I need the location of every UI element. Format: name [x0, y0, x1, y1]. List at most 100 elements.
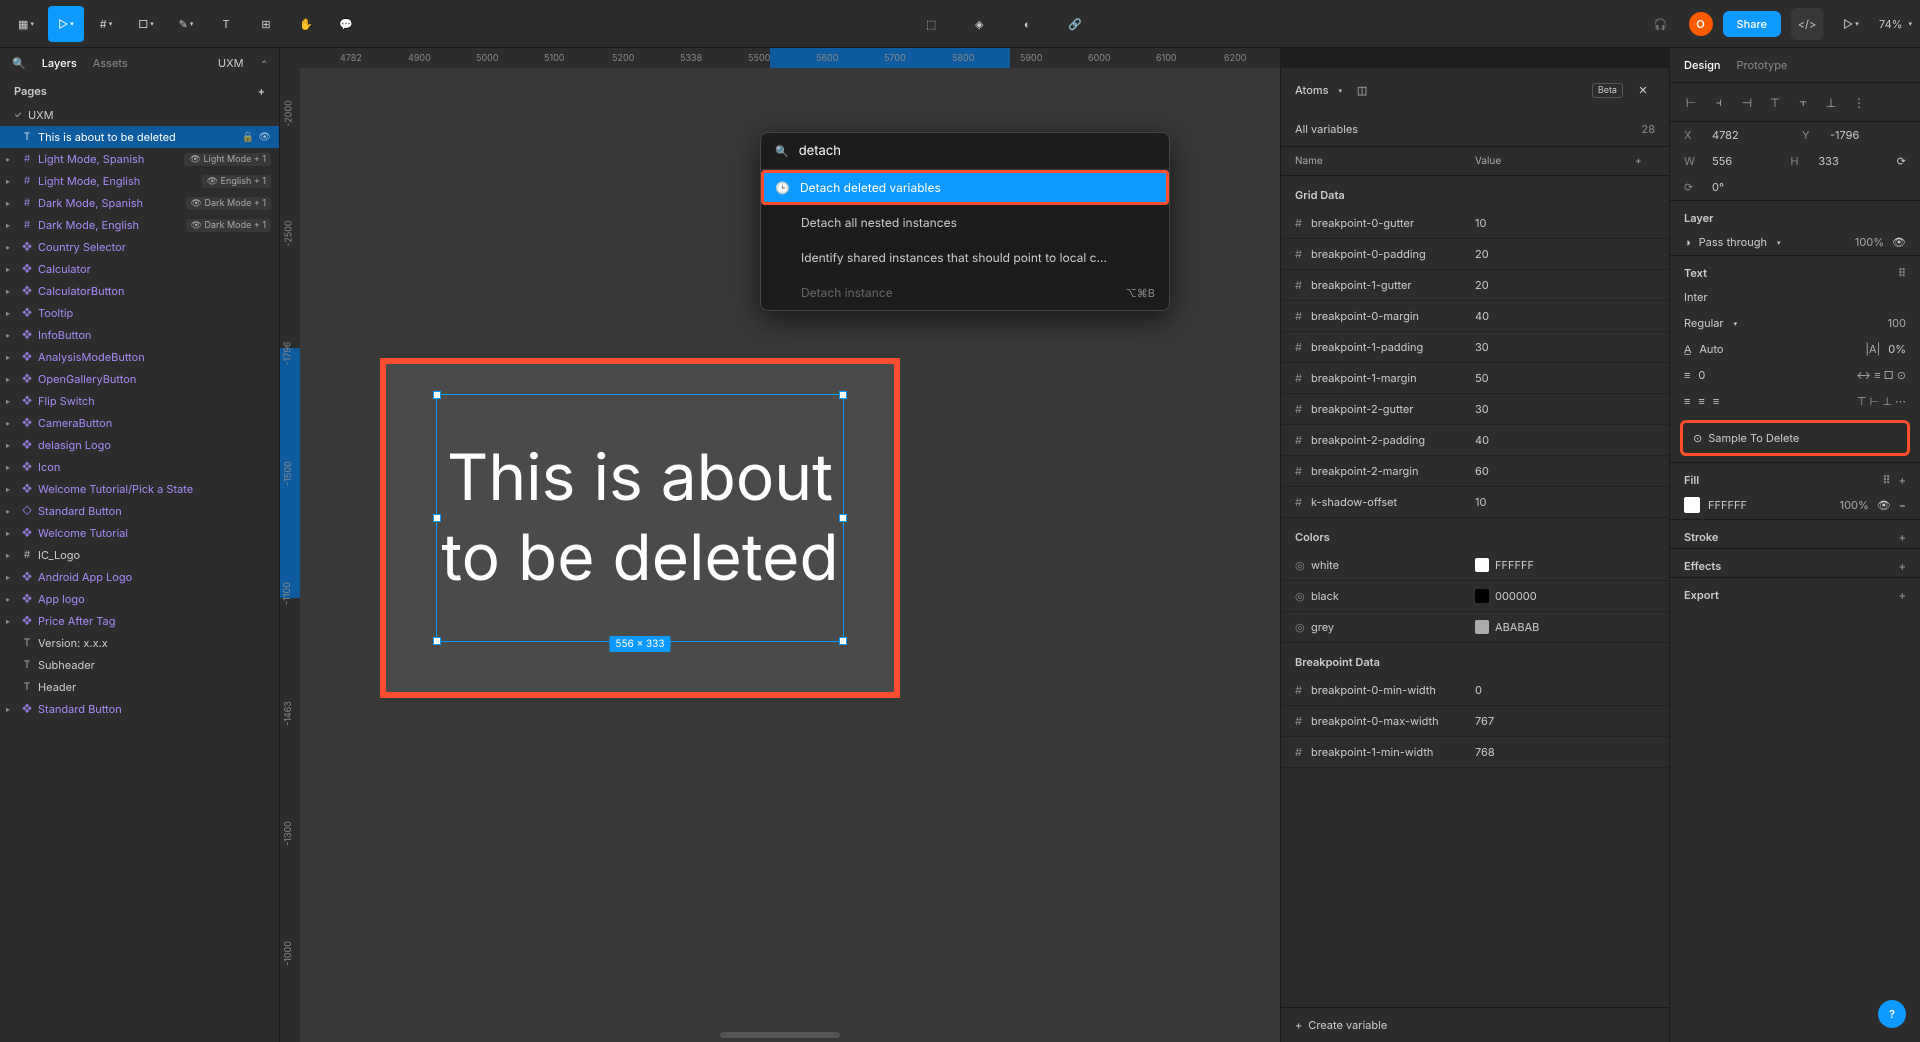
line-height-value[interactable]: Auto — [1699, 342, 1723, 356]
layer-row[interactable]: ▸#Light Mode, Spanish👁 Light Mode + 1 — [0, 148, 279, 170]
add-page-button[interactable]: + — [258, 84, 265, 98]
text-tool[interactable]: T — [208, 6, 244, 42]
layer-row[interactable]: ▸❖CameraButton — [0, 412, 279, 434]
font-family[interactable]: Inter — [1684, 290, 1708, 304]
page-item[interactable]: UXM — [0, 104, 279, 126]
collection-name[interactable]: Atoms — [1295, 83, 1329, 97]
align-top-icon[interactable]: ⊤ — [1764, 91, 1786, 113]
layer-row[interactable]: ▸#IC_Logo — [0, 544, 279, 566]
layer-row[interactable]: ▸❖Tooltip — [0, 302, 279, 324]
variable-row[interactable]: #breakpoint-2-margin60 — [1281, 456, 1669, 487]
layer-row[interactable]: ▸❖delasign Logo — [0, 434, 279, 456]
variable-row[interactable]: #breakpoint-1-margin50 — [1281, 363, 1669, 394]
variable-row[interactable]: ◎whiteFFFFFF — [1281, 550, 1669, 581]
resize-auto-icon[interactable]: ↔ — [1856, 368, 1871, 382]
file-caret-icon[interactable]: ⌃ — [262, 59, 267, 68]
blend-mode[interactable]: Pass through — [1699, 235, 1767, 249]
distribute-icon[interactable]: ⋮ — [1848, 91, 1870, 113]
mask-icon[interactable]: ◈ — [961, 6, 997, 42]
variable-row[interactable]: #breakpoint-0-gutter10 — [1281, 208, 1669, 239]
opacity-value[interactable]: 100% — [1855, 235, 1884, 249]
layer-row[interactable]: ▸❖Welcome Tutorial/Pick a State — [0, 478, 279, 500]
resources-tool[interactable]: ⊞ — [248, 6, 284, 42]
y-value[interactable]: -1796 — [1830, 128, 1906, 142]
link-icon[interactable]: 🔗 — [1057, 6, 1093, 42]
v-align-mid-icon[interactable]: ⊢ — [1870, 394, 1880, 408]
file-name[interactable]: UXM — [218, 56, 244, 70]
shape-tool[interactable]: □▾ — [128, 6, 164, 42]
layer-row[interactable]: ▸❖Standard Button — [0, 698, 279, 720]
dev-mode-button[interactable]: </> — [1791, 8, 1823, 40]
layer-row[interactable]: ▸❖Price After Tag — [0, 610, 279, 632]
v-align-top-icon[interactable]: ⊤ — [1857, 394, 1867, 408]
layers-tab[interactable]: Layers — [42, 56, 77, 70]
h-value[interactable]: 333 — [1818, 154, 1882, 168]
component-icon[interactable]: ⬚ — [913, 6, 949, 42]
layer-row[interactable]: THeader — [0, 676, 279, 698]
font-size[interactable]: 100 — [1888, 316, 1906, 330]
style-icon[interactable]: ⠿ — [1898, 266, 1906, 280]
variable-row[interactable]: #breakpoint-1-padding30 — [1281, 332, 1669, 363]
assets-tab[interactable]: Assets — [93, 56, 128, 70]
move-tool[interactable]: ▷▾ — [48, 6, 84, 42]
align-left-icon[interactable]: ⊢ — [1680, 91, 1702, 113]
palette-item[interactable]: Identify shared instances that should po… — [761, 240, 1169, 275]
add-fill-button[interactable]: + — [1899, 473, 1906, 487]
selection-box[interactable]: This is about to be deleted — [436, 394, 844, 642]
variable-row[interactable]: #breakpoint-2-gutter30 — [1281, 394, 1669, 425]
audio-icon[interactable]: 🎧 — [1643, 6, 1679, 42]
fill-hex[interactable]: FFFFFF — [1708, 498, 1747, 512]
fill-opacity[interactable]: 100% — [1840, 498, 1869, 512]
add-effect-button[interactable]: + — [1899, 559, 1906, 573]
frame-tool[interactable]: #▾ — [88, 6, 124, 42]
sidebar-toggle-icon[interactable]: ◫ — [1350, 78, 1374, 102]
layer-row[interactable]: TSubheader — [0, 654, 279, 676]
rotation-value[interactable]: 0° — [1712, 180, 1906, 194]
layer-row[interactable]: ▸◇Standard Button — [0, 500, 279, 522]
remove-fill-button[interactable]: − — [1899, 498, 1906, 512]
variable-pill[interactable]: ⊙Sample To Delete — [1680, 420, 1910, 456]
variable-row[interactable]: #breakpoint-0-padding20 — [1281, 239, 1669, 270]
layer-row[interactable]: ▸#Dark Mode, Spanish👁 Dark Mode + 1 — [0, 192, 279, 214]
variable-row[interactable]: #breakpoint-0-min-width0 — [1281, 675, 1669, 706]
more-icon[interactable]: ⋯ — [1895, 394, 1906, 408]
search-icon[interactable]: 🔍 — [12, 56, 26, 70]
w-value[interactable]: 556 — [1712, 154, 1776, 168]
design-tab[interactable]: Design — [1684, 58, 1721, 72]
palette-item[interactable]: Detach all nested instances — [761, 205, 1169, 240]
layer-row[interactable]: ▸❖Calculator — [0, 258, 279, 280]
selected-frame[interactable]: This is about to be deleted 556 × 333 — [380, 358, 900, 698]
variable-row[interactable]: ◎greyABABAB — [1281, 612, 1669, 643]
layer-row[interactable]: ▸❖Welcome Tutorial — [0, 522, 279, 544]
palette-item[interactable]: 🕒Detach deleted variables — [761, 170, 1169, 205]
align-v-center-icon[interactable]: ⫟ — [1792, 91, 1814, 113]
v-align-bot-icon[interactable]: ⊥ — [1882, 394, 1892, 408]
align-left-text-icon[interactable]: ≡ — [1684, 394, 1690, 408]
add-export-button[interactable]: + — [1899, 588, 1906, 602]
letter-spacing-value[interactable]: 0% — [1888, 342, 1906, 356]
all-variables-label[interactable]: All variables — [1295, 122, 1358, 136]
palette-search-input[interactable] — [799, 143, 1155, 159]
hand-tool[interactable]: ✋ — [288, 6, 324, 42]
scrollbar-horizontal[interactable] — [720, 1032, 840, 1038]
fill-swatch[interactable] — [1684, 497, 1700, 513]
align-right-icon[interactable]: ⊣ — [1736, 91, 1758, 113]
truncate-icon[interactable]: ⊙ — [1897, 368, 1906, 382]
resize-h-icon[interactable]: ≡ — [1874, 368, 1880, 382]
layer-row[interactable]: ▸❖CalculatorButton — [0, 280, 279, 302]
layer-row[interactable]: ▸❖AnalysisModeButton — [0, 346, 279, 368]
layer-row[interactable]: TThis is about to be deleted🔒👁 — [0, 126, 279, 148]
font-weight[interactable]: Regular — [1684, 316, 1724, 330]
layer-row[interactable]: ▸#Light Mode, English👁 English + 1 — [0, 170, 279, 192]
pen-tool[interactable]: ✎▾ — [168, 6, 204, 42]
constrain-icon[interactable]: ⟳ — [1897, 154, 1906, 168]
layer-row[interactable]: ▸❖InfoButton — [0, 324, 279, 346]
add-stroke-button[interactable]: + — [1899, 530, 1906, 544]
variable-row[interactable]: #breakpoint-0-margin40 — [1281, 301, 1669, 332]
align-h-center-icon[interactable]: ⫞ — [1708, 91, 1730, 113]
resize-fixed-icon[interactable]: □ — [1884, 368, 1894, 382]
visibility-icon[interactable]: 👁 — [1892, 235, 1906, 249]
variable-row[interactable]: #k-shadow-offset10 — [1281, 487, 1669, 518]
prototype-tab[interactable]: Prototype — [1737, 58, 1788, 72]
avatar[interactable]: O — [1689, 12, 1713, 36]
